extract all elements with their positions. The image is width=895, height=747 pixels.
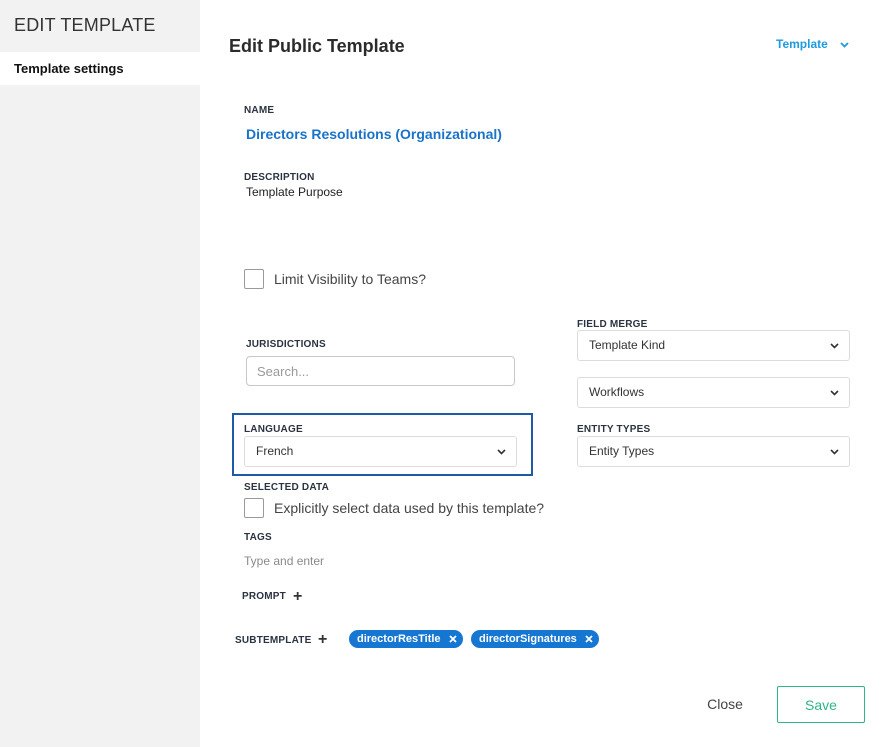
subtemplate-chip[interactable]: directorResTitle (349, 630, 463, 648)
name-label: NAME (244, 105, 275, 116)
chevron-down-icon (830, 437, 839, 466)
jurisdictions-label: JURISDICTIONS (246, 339, 326, 350)
add-subtemplate-plus-icon[interactable]: + (318, 632, 327, 648)
workflows-value: Workflows (589, 385, 645, 399)
subtemplate-label: SUBTEMPLATE (235, 635, 312, 646)
add-prompt-plus-icon[interactable]: + (293, 589, 302, 605)
selected-data-label: SELECTED DATA (244, 482, 330, 493)
template-menu-label: Template (776, 37, 828, 51)
template-kind-select[interactable]: Template Kind (577, 330, 850, 361)
chip-label: directorSignatures (479, 633, 577, 645)
entity-types-select[interactable]: Entity Types (577, 436, 850, 467)
tags-input[interactable]: Type and enter (244, 554, 324, 568)
selected-data-checkbox[interactable] (244, 498, 264, 518)
close-button[interactable]: Close (685, 686, 765, 722)
page-title: Edit Public Template (229, 36, 405, 56)
template-name-link[interactable]: Directors Resolutions (Organizational) (246, 126, 502, 142)
chevron-down-icon (830, 331, 839, 360)
template-kind-value: Template Kind (589, 338, 666, 352)
description-value[interactable]: Template Purpose (246, 185, 343, 199)
subtemplate-chip[interactable]: directorSignatures (471, 630, 599, 648)
sidebar: EDIT TEMPLATE Template settings (0, 0, 200, 747)
limit-visibility-label: Limit Visibility to Teams? (274, 271, 426, 287)
chevron-down-icon (497, 437, 506, 466)
language-select[interactable]: French (244, 436, 517, 467)
chevron-down-icon (840, 37, 849, 51)
remove-chip-x-icon[interactable] (583, 633, 595, 645)
chip-label: directorResTitle (357, 633, 441, 645)
save-button[interactable]: Save (777, 686, 865, 723)
language-label: LANGUAGE (244, 424, 303, 435)
remove-chip-x-icon[interactable] (447, 633, 459, 645)
prompt-label: PROMPT (242, 591, 286, 602)
jurisdictions-search-input[interactable] (246, 356, 515, 386)
sidebar-title: EDIT TEMPLATE (14, 15, 156, 35)
field-merge-label: FIELD MERGE (577, 319, 648, 330)
description-label: DESCRIPTION (244, 172, 315, 183)
entity-types-value: Entity Types (589, 444, 655, 458)
selected-data-checkbox-label: Explicitly select data used by this temp… (274, 500, 545, 516)
tags-label: TAGS (244, 532, 272, 543)
sidebar-item-template-settings[interactable]: Template settings (0, 52, 200, 85)
workflows-select[interactable]: Workflows (577, 377, 850, 408)
template-menu-dropdown[interactable]: Template (776, 37, 849, 51)
language-value: French (256, 444, 294, 458)
limit-visibility-checkbox[interactable] (244, 269, 264, 289)
chevron-down-icon (830, 378, 839, 407)
entity-types-label: ENTITY TYPES (577, 424, 651, 435)
